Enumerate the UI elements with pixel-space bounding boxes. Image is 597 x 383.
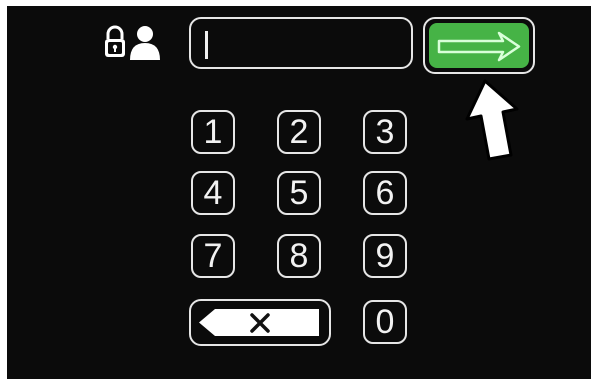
text-cursor: [205, 31, 208, 59]
keypad-key-2[interactable]: 2: [277, 110, 321, 154]
backspace-x-icon: [199, 309, 319, 336]
lock-user-indicator: [105, 25, 160, 60]
user-icon: [130, 26, 160, 60]
up-arrow-pointer-icon: [465, 79, 519, 161]
keypad-key-7[interactable]: 7: [191, 234, 235, 278]
keypad-key-3[interactable]: 3: [363, 110, 407, 154]
keypad-key-8[interactable]: 8: [277, 234, 321, 278]
keypad-key-1[interactable]: 1: [191, 110, 235, 154]
arrow-right-icon: [437, 31, 521, 62]
keypad-key-9[interactable]: 9: [363, 234, 407, 278]
lock-icon: [105, 25, 125, 57]
keypad-key-4[interactable]: 4: [191, 171, 235, 215]
enter-button[interactable]: [423, 17, 535, 74]
backspace-button[interactable]: [189, 299, 331, 346]
keypad-key-6[interactable]: 6: [363, 171, 407, 215]
enter-button-fill: [429, 23, 529, 68]
code-input[interactable]: [189, 17, 413, 69]
keypad-key-0[interactable]: 0: [363, 300, 407, 344]
keypad-key-5[interactable]: 5: [277, 171, 321, 215]
